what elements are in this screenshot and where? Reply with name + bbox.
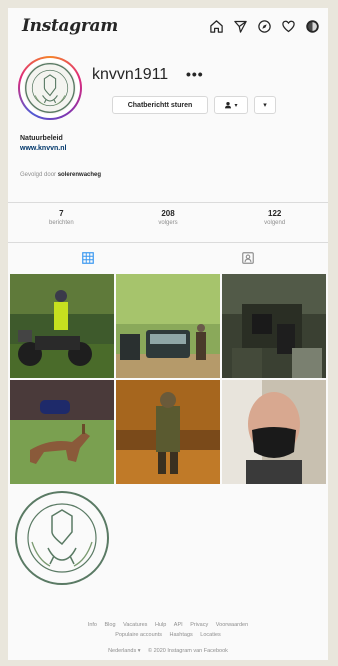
top-navigation-bar: Instagram [8,8,328,44]
footer-link-locations[interactable]: Locaties [200,632,221,638]
footer-link-blog[interactable]: Blog [105,622,116,628]
footer-link-popular-accounts[interactable]: Populaire accounts [115,632,162,638]
footer-link-hashtags[interactable]: Hashtags [170,632,193,638]
language-selector[interactable]: Nederlands ▾ [108,648,140,654]
divider [8,202,328,203]
footer-link-privacy[interactable]: Privacy [190,622,208,628]
followed-by-text: Gevolgd door solerenwacheg [20,172,101,178]
followed-by-prefix: Gevolgd door [20,172,57,178]
footer-link-terms[interactable]: Voorwaarden [216,622,248,628]
stat-label: berichten [48,220,74,226]
instagram-profile-page: Instagram knvvn1911 ••• Chatberichtt stu… [8,8,328,660]
profile-username: knvvn1911 [92,66,169,83]
stat-label: volgers [158,220,178,226]
footer-links-row-2: Populaire accounts Hashtags Locaties [8,630,328,640]
following-button[interactable]: ▾ [214,96,248,114]
followed-by-user[interactable]: solerenwacheg [58,172,101,178]
post-thumbnail[interactable] [116,274,220,378]
tab-posts[interactable] [8,244,168,272]
footer-link-help[interactable]: Hulp [155,622,166,628]
avatar-emblem [20,58,80,118]
profile-avatar[interactable] [18,56,82,120]
heart-icon[interactable] [281,19,296,34]
bio-website-link[interactable]: www.knvvn.nl [20,144,66,154]
copyright-text: © 2020 Instagram van Facebook [148,648,228,654]
profile-stats: 7 berichten 208 volgers 122 volgend [8,204,328,238]
post-thumbnail[interactable] [116,380,220,484]
stat-number: 208 [161,209,175,218]
user-icon [224,101,232,109]
footer-links-row-1: Info Blog Vacatures Hulp API Privacy Voo… [8,620,328,630]
divider [8,242,328,243]
stat-followers[interactable]: 208 volgers [115,204,222,238]
nav-icons [209,19,320,34]
stat-label: volgend [264,220,286,226]
tagged-icon [241,251,255,265]
stat-following[interactable]: 122 volgend [221,204,328,238]
stat-posts: 7 berichten [8,204,115,238]
footer-link-api[interactable]: API [174,622,183,628]
grid-icon [81,251,95,265]
profile-tabs [8,244,328,272]
footer-link-jobs[interactable]: Vacatures [123,622,147,628]
page-footer: Info Blog Vacatures Hulp API Privacy Voo… [8,620,328,656]
post-thumbnail[interactable] [10,274,114,378]
direct-icon[interactable] [233,19,248,34]
stat-number: 122 [268,209,282,218]
post-thumbnail[interactable] [222,380,326,484]
post-thumbnail[interactable] [222,274,326,378]
post-thumbnail[interactable] [10,486,114,590]
home-icon[interactable] [209,19,224,34]
bio-name: Natuurbeleid [20,135,63,142]
message-button[interactable]: Chatberichtt sturen [112,96,208,114]
post-thumbnail[interactable] [10,380,114,484]
explore-icon[interactable] [257,19,272,34]
suggested-accounts-button[interactable]: ▾ [254,96,276,114]
profile-bio: Natuurbeleid www.knvvn.nl [20,134,66,154]
options-more-button[interactable]: ••• [186,66,204,82]
footer-link-info[interactable]: Info [88,622,97,628]
footer-bottom-row: Nederlands ▾ © 2020 Instagram van Facebo… [8,646,328,656]
stat-number: 7 [59,209,64,218]
tab-tagged[interactable] [168,244,328,272]
profile-icon[interactable] [305,19,320,34]
instagram-logo[interactable]: Instagram [22,16,118,36]
chevron-down-icon: ▾ [234,102,238,109]
